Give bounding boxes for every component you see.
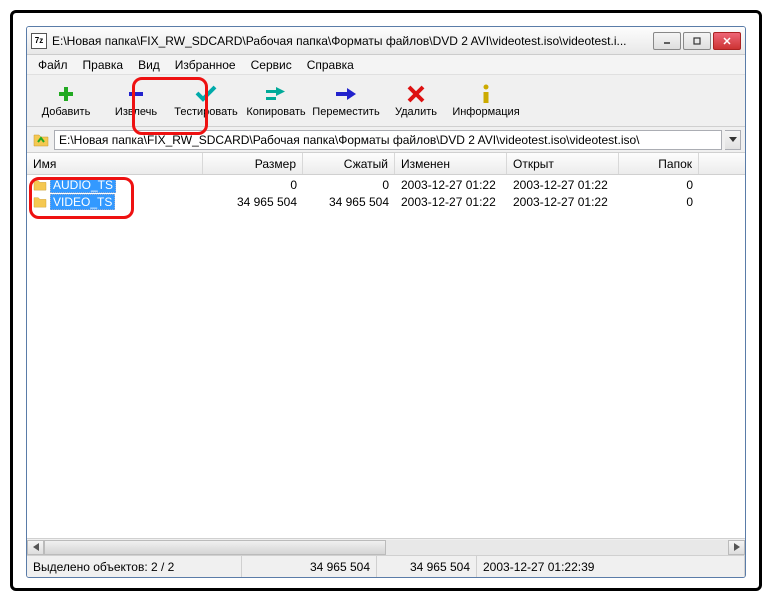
minus-icon — [124, 84, 148, 104]
move-button[interactable]: Переместить — [311, 77, 381, 125]
extract-button[interactable]: Извлечь — [101, 77, 171, 125]
info-button[interactable]: Информация — [451, 77, 521, 125]
horizontal-scrollbar[interactable] — [27, 538, 745, 555]
opened-cell: 2003-12-27 01:22 — [507, 178, 619, 192]
address-bar: E:\Новая папка\FIX_RW_SDCARD\Рабочая пап… — [27, 127, 745, 153]
info-icon — [474, 84, 498, 104]
scroll-right-button[interactable] — [728, 540, 745, 555]
menu-tools[interactable]: Сервис — [244, 56, 299, 74]
modified-cell: 2003-12-27 01:22 — [395, 178, 507, 192]
copy-label: Копировать — [246, 106, 305, 118]
col-opened[interactable]: Открыт — [507, 153, 619, 174]
menu-view[interactable]: Вид — [131, 56, 167, 74]
app-window: 7z E:\Новая папка\FIX_RW_SDCARD\Рабочая … — [26, 26, 746, 578]
opened-cell: 2003-12-27 01:22 — [507, 195, 619, 209]
folder-name: VIDEO_TS — [50, 194, 115, 210]
col-modified[interactable]: Изменен — [395, 153, 507, 174]
toolbar: Добавить Извлечь Тестировать Копировать … — [27, 75, 745, 127]
size-cell: 34 965 504 — [203, 195, 303, 209]
scroll-track[interactable] — [44, 540, 728, 555]
folders-cell: 0 — [619, 195, 699, 209]
menu-help[interactable]: Справка — [300, 56, 361, 74]
status-date: 2003-12-27 01:22:39 — [477, 556, 745, 577]
col-size[interactable]: Размер — [203, 153, 303, 174]
app-icon: 7z — [31, 33, 47, 49]
status-size: 34 965 504 — [242, 556, 377, 577]
up-folder-icon[interactable] — [31, 130, 51, 150]
check-icon — [194, 84, 218, 104]
extract-label: Извлечь — [115, 106, 157, 118]
col-folders[interactable]: Папок — [619, 153, 699, 174]
folder-name: AUDIO_TS — [50, 177, 116, 193]
copy-arrow-icon — [264, 84, 288, 104]
menu-edit[interactable]: Правка — [76, 56, 131, 74]
menu-file[interactable]: Файл — [31, 56, 75, 74]
packed-cell: 0 — [303, 178, 395, 192]
delete-button[interactable]: Удалить — [381, 77, 451, 125]
size-cell: 0 — [203, 178, 303, 192]
folders-cell: 0 — [619, 178, 699, 192]
name-cell: VIDEO_TS — [27, 194, 203, 210]
window-title: E:\Новая папка\FIX_RW_SDCARD\Рабочая пап… — [52, 34, 653, 48]
menu-favorites[interactable]: Избранное — [168, 56, 243, 74]
path-dropdown[interactable] — [725, 130, 741, 150]
list-item[interactable]: AUDIO_TS 0 0 2003-12-27 01:22 2003-12-27… — [27, 176, 745, 193]
plus-icon — [54, 84, 78, 104]
scroll-left-button[interactable] — [27, 540, 44, 555]
menubar: Файл Правка Вид Избранное Сервис Справка — [27, 55, 745, 75]
name-cell: AUDIO_TS — [27, 177, 203, 193]
folder-icon — [33, 179, 47, 191]
status-selected: Выделено объектов: 2 / 2 — [27, 556, 242, 577]
modified-cell: 2003-12-27 01:22 — [395, 195, 507, 209]
annotation-frame: 7z E:\Новая папка\FIX_RW_SDCARD\Рабочая … — [10, 10, 762, 591]
copy-button[interactable]: Копировать — [241, 77, 311, 125]
close-button[interactable] — [713, 32, 741, 50]
col-name[interactable]: Имя — [27, 153, 203, 174]
test-label: Тестировать — [174, 106, 238, 118]
info-label: Информация — [452, 106, 519, 118]
packed-cell: 34 965 504 — [303, 195, 395, 209]
path-input[interactable]: E:\Новая папка\FIX_RW_SDCARD\Рабочая пап… — [54, 130, 722, 150]
move-arrow-icon — [334, 84, 358, 104]
statusbar: Выделено объектов: 2 / 2 34 965 504 34 9… — [27, 555, 745, 577]
test-button[interactable]: Тестировать — [171, 77, 241, 125]
minimize-button[interactable] — [653, 32, 681, 50]
column-headers: Имя Размер Сжатый Изменен Открыт Папок — [27, 153, 745, 175]
file-list[interactable]: AUDIO_TS 0 0 2003-12-27 01:22 2003-12-27… — [27, 175, 745, 538]
delete-x-icon — [404, 84, 428, 104]
list-item[interactable]: VIDEO_TS 34 965 504 34 965 504 2003-12-2… — [27, 193, 745, 210]
titlebar: 7z E:\Новая папка\FIX_RW_SDCARD\Рабочая … — [27, 27, 745, 55]
folder-icon — [33, 196, 47, 208]
move-label: Переместить — [312, 106, 379, 118]
scroll-thumb[interactable] — [44, 540, 386, 555]
status-packed: 34 965 504 — [377, 556, 477, 577]
col-packed[interactable]: Сжатый — [303, 153, 395, 174]
add-button[interactable]: Добавить — [31, 77, 101, 125]
maximize-button[interactable] — [683, 32, 711, 50]
delete-label: Удалить — [395, 106, 437, 118]
add-label: Добавить — [42, 106, 91, 118]
